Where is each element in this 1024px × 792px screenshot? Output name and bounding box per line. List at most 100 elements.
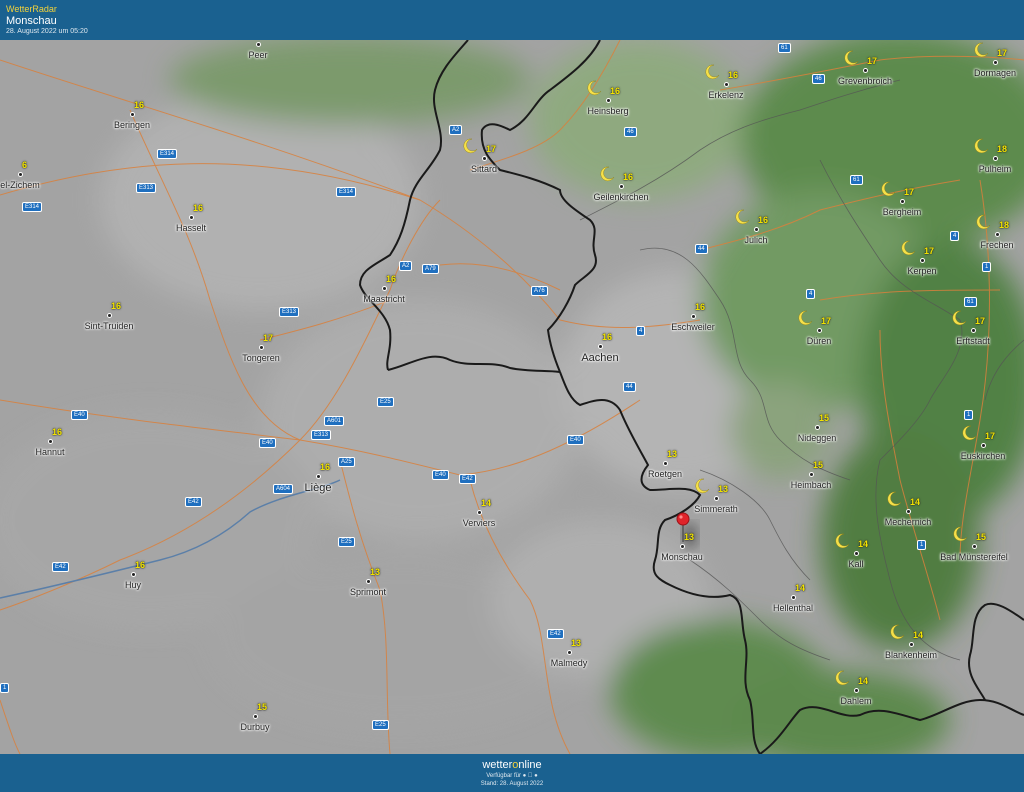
road-shield-r46a: 46 — [812, 74, 825, 84]
moon-icon — [901, 240, 916, 256]
temperature-kall: 14 — [858, 539, 869, 549]
road-shield-r44b: 44 — [623, 382, 636, 392]
temperature-grevenbroich: 17 — [867, 56, 878, 66]
temperature-kerpen: 17 — [924, 246, 935, 256]
moon-icon — [962, 425, 977, 441]
temperature-erftstadt: 17 — [975, 316, 986, 326]
city-label-mechernich[interactable]: Mechernich — [885, 517, 932, 527]
temperature-heinsberg: 16 — [610, 86, 621, 96]
road-shield-e25b: E25 — [338, 537, 355, 547]
city-label-duren[interactable]: Düren — [807, 336, 832, 346]
temperature-sinttruiden: 16 — [111, 301, 122, 311]
moon-icon — [974, 138, 989, 154]
moon-icon — [953, 526, 968, 542]
city-label-blankenheim[interactable]: Blankenheim — [885, 650, 937, 660]
city-label-simmerath[interactable]: Simmerath — [694, 504, 738, 514]
wetteronline-logo[interactable]: wetteronline — [0, 759, 1024, 771]
moon-icon — [890, 624, 905, 640]
city-label-eschweiler[interactable]: Eschweiler — [671, 322, 715, 332]
city-label-hannut[interactable]: Hannut — [35, 447, 64, 457]
moon-icon — [844, 50, 859, 66]
city-label-hasselt[interactable]: Hasselt — [176, 223, 206, 233]
road-shield-r1c: 1 — [917, 540, 927, 550]
city-label-aachen[interactable]: Aachen — [581, 352, 618, 364]
city-label-liege[interactable]: Liège — [305, 482, 332, 494]
city-label-malmedy[interactable]: Malmedy — [551, 658, 588, 668]
city-label-tongeren[interactable]: Tongeren — [242, 353, 280, 363]
city-dot-kall — [855, 552, 858, 555]
road-shield-e313b: E313 — [279, 307, 300, 317]
temperature-roetgen: 13 — [667, 449, 678, 459]
radar-map[interactable]: Peer Beringen 16 Heinsberg 16 Erkelenz 16 Greve… — [0, 40, 1024, 754]
road-shield-e313a: E313 — [136, 183, 157, 193]
city-label-hellenthal[interactable]: Hellenthal — [773, 603, 813, 613]
city-label-peer[interactable]: Peer — [248, 50, 267, 60]
city-label-geilenkirchen[interactable]: Geilenkirchen — [593, 192, 648, 202]
city-label-nideggen[interactable]: Nideggen — [798, 433, 837, 443]
moon-icon — [881, 181, 896, 197]
city-label-erkelenz[interactable]: Erkelenz — [708, 90, 743, 100]
road-shield-r1d: 1 — [0, 683, 10, 693]
city-label-heimbach[interactable]: Heimbach — [791, 480, 832, 490]
city-label-dahlem[interactable]: Dahlem — [840, 696, 871, 706]
city-label-erftstadt[interactable]: Erftstadt — [956, 336, 990, 346]
timestamp: 28. August 2022 um 05:20 — [6, 28, 88, 35]
road-shield-r44a: 44 — [695, 244, 708, 254]
city-label-durbuy[interactable]: Durbuy — [240, 722, 269, 732]
city-label-verviers[interactable]: Verviers — [463, 518, 496, 528]
temperature-julich: 16 — [758, 215, 769, 225]
city-label-frechen[interactable]: Frechen — [980, 240, 1013, 250]
city-label-euskirchen[interactable]: Euskirchen — [961, 451, 1006, 461]
city-dot-beringen — [131, 113, 134, 116]
city-dot-pulheim — [994, 157, 997, 160]
city-label-maastricht[interactable]: Maastricht — [363, 294, 405, 304]
city-dot-badmuenstereifel — [973, 545, 976, 548]
city-dot-hannut — [49, 440, 52, 443]
city-dot-durbuy — [254, 715, 257, 718]
city-label-bergheim[interactable]: Bergheim — [883, 207, 922, 217]
temperature-malmedy: 13 — [571, 638, 582, 648]
road-shield-r1b: 1 — [964, 410, 974, 420]
city-label-grevenbroich[interactable]: Grevenbroich — [838, 76, 892, 86]
moon-icon — [835, 533, 850, 549]
road-shield-r4a: 4 — [950, 231, 960, 241]
moon-icon — [887, 491, 902, 507]
city-label-beringen[interactable]: Beringen — [114, 120, 150, 130]
city-label-pulheim[interactable]: Pulheim — [979, 164, 1012, 174]
city-label-kerpen[interactable]: Kerpen — [907, 266, 936, 276]
temperature-verviers: 14 — [481, 498, 492, 508]
city-dot-nideggen — [816, 426, 819, 429]
temperature-tongeren: 17 — [263, 333, 274, 343]
temperature-maastricht: 16 — [386, 274, 397, 284]
moon-icon — [976, 214, 991, 230]
city-label-zichem[interactable]: el-Zichem — [0, 180, 40, 190]
city-dot-huy — [132, 573, 135, 576]
city-label-kall[interactable]: Kall — [848, 559, 863, 569]
road-shield-r61a: 61 — [778, 43, 791, 53]
city-label-sittard[interactable]: Sittard — [471, 164, 497, 174]
road-shield-r61c: 61 — [964, 297, 977, 307]
city-label-badmuenstereifel[interactable]: Bad Münstereifel — [940, 552, 1008, 562]
city-dot-sinttruiden — [108, 314, 111, 317]
road-shield-e25c: E25 — [372, 720, 389, 730]
road-shield-e25a: E25 — [377, 397, 394, 407]
city-label-sprimont[interactable]: Sprimont — [350, 587, 386, 597]
city-dot-heinsberg — [607, 99, 610, 102]
city-label-huy[interactable]: Huy — [125, 580, 141, 590]
road-shield-e42b: E42 — [185, 497, 202, 507]
city-label-roetgen[interactable]: Roetgen — [648, 469, 682, 479]
city-label-julich[interactable]: Julich — [744, 235, 767, 245]
city-label-heinsberg[interactable]: Heinsberg — [587, 106, 628, 116]
road-shield-a25: A25 — [338, 457, 355, 467]
temperature-hellenthal: 14 — [795, 583, 806, 593]
app-footer: wetteronline Verfügbar für ●  ● Stand: … — [0, 754, 1024, 792]
city-label-dormagen[interactable]: Dormagen — [974, 68, 1016, 78]
location-pin-icon[interactable] — [676, 512, 690, 542]
temperature-dahlem: 14 — [858, 676, 869, 686]
city-label-sinttruiden[interactable]: Sint-Truiden — [85, 321, 134, 331]
city-dot-kerpen — [921, 259, 924, 262]
city-dot-erkelenz — [725, 83, 728, 86]
city-label-monschau[interactable]: Monschau — [661, 552, 703, 562]
road-shield-e40c: E40 — [567, 435, 584, 445]
road-shield-a2a: A2 — [449, 125, 463, 135]
